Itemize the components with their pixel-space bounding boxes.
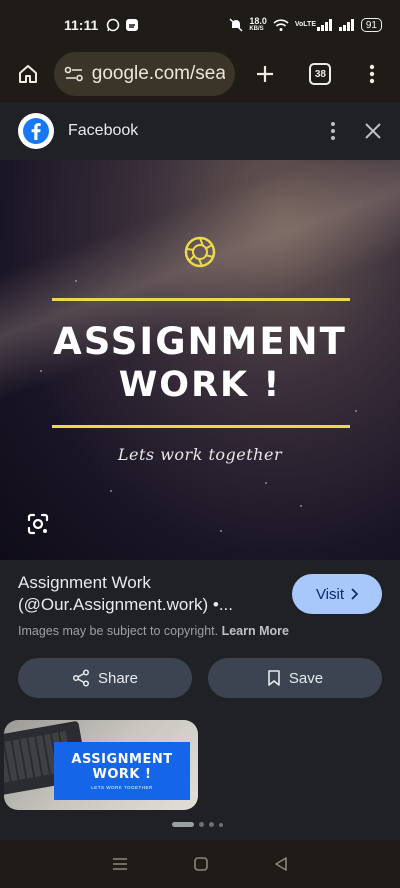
related-image-thumbnail[interactable]: ASSIGNMENT WORK ! LETS WORK TOGETHER — [4, 720, 198, 810]
mute-icon — [229, 18, 243, 32]
battery-indicator: 91 — [360, 18, 382, 32]
close-icon — [365, 123, 381, 139]
browser-toolbar: google.com/searc 38 — [0, 50, 400, 98]
pagination-dots — [172, 822, 223, 827]
hero-title-line1: ASSIGNMENT — [53, 320, 347, 363]
thumb-title-line1: ASSIGNMENT — [71, 752, 173, 767]
overflow-menu-icon — [369, 64, 375, 84]
share-label: Share — [97, 669, 139, 687]
hero-title-line2: WORK ! — [118, 365, 282, 405]
image-result-sheet: Facebook ASSIGNMENT WORK ! Lets work tog… — [0, 102, 400, 840]
hero-subtitle: Lets work together — [117, 445, 283, 464]
facebook-logo — [18, 113, 54, 149]
wifi-icon — [273, 18, 289, 32]
visit-label: Visit — [315, 585, 345, 603]
star-dot — [110, 490, 112, 492]
google-lens-button[interactable] — [24, 510, 52, 538]
star-dot — [355, 410, 357, 412]
action-buttons: Share Save — [18, 658, 382, 698]
source-actions — [330, 121, 382, 141]
lens-icon — [27, 513, 49, 535]
site-settings-icon[interactable] — [64, 65, 84, 83]
home-button[interactable] — [8, 54, 48, 94]
new-tab-button[interactable] — [245, 54, 285, 94]
home-icon — [18, 65, 37, 83]
copyright-notice: Images may be subject to copyright. Lear… — [18, 624, 382, 638]
source-name[interactable]: Facebook — [68, 122, 138, 140]
status-bar: 11:11 18.0 KB/S VoLTE 91 — [0, 0, 400, 50]
close-button[interactable] — [364, 122, 382, 140]
more-options-button[interactable] — [330, 121, 336, 141]
url-text[interactable]: google.com/searc — [92, 63, 225, 85]
volte-label: VoLTE — [294, 21, 317, 28]
share-button[interactable]: Share — [18, 658, 192, 698]
tab-switcher-icon: 38 — [309, 63, 332, 85]
recent-apps-button[interactable] — [112, 857, 128, 871]
visit-button[interactable]: Visit — [292, 574, 382, 614]
chevron-right-icon — [351, 588, 359, 600]
thumb-banner: ASSIGNMENT WORK ! LETS WORK TOGETHER — [54, 742, 190, 800]
source-bar: Facebook — [0, 102, 400, 160]
save-button[interactable]: Save — [208, 658, 382, 698]
system-home-button[interactable] — [193, 856, 209, 872]
save-label: Save — [288, 669, 324, 687]
network-speed-value: 18.0 — [249, 16, 267, 26]
bookmark-icon — [268, 670, 280, 686]
pagination-dot — [199, 822, 204, 827]
result-info: Assignment Work (@Our.Assignment.work) •… — [0, 572, 400, 638]
menu-lines-icon — [113, 858, 128, 870]
whatsapp-icon — [106, 18, 120, 32]
star-dot — [300, 505, 302, 507]
omnibox[interactable]: google.com/searc — [53, 52, 235, 96]
thumb-subtitle: LETS WORK TOGETHER — [91, 785, 153, 790]
bottom-accent-line — [52, 425, 350, 428]
system-navigation-bar — [0, 840, 400, 888]
more-vert-icon — [331, 122, 335, 140]
system-back-button[interactable] — [274, 856, 288, 872]
status-time: 11:11 — [64, 17, 99, 33]
copyright-text: Images may be subject to copyright. — [18, 624, 219, 638]
pagination-dot — [209, 822, 214, 827]
pagination-dot — [219, 822, 223, 827]
square-home-icon — [194, 857, 208, 871]
network-speed-unit: KB/S — [249, 26, 264, 32]
tab-switcher-button[interactable]: 38 — [301, 54, 341, 94]
star-dot — [220, 530, 222, 532]
new-tab-icon — [256, 66, 273, 82]
result-image[interactable]: ASSIGNMENT WORK ! Lets work together — [0, 160, 400, 560]
back-triangle-icon — [274, 857, 287, 871]
status-left-icons — [106, 18, 139, 32]
network-speed: 18.0 KB/S — [249, 17, 267, 33]
thumb-title-line2: WORK ! — [92, 767, 152, 782]
pagination-dot-active — [172, 822, 194, 827]
overflow-menu-button[interactable] — [352, 54, 392, 94]
signal-icon — [316, 19, 333, 31]
learn-more-link[interactable]: Learn More — [222, 624, 289, 638]
top-accent-line — [52, 298, 350, 301]
app-notification-icon — [125, 18, 139, 32]
share-icon — [72, 669, 90, 687]
result-title[interactable]: Assignment Work (@Our.Assignment.work) •… — [18, 572, 278, 616]
star-dot — [75, 280, 77, 282]
signal-icon — [338, 19, 355, 31]
status-right: 18.0 KB/S VoLTE 91 — [229, 17, 382, 33]
star-dot — [265, 482, 267, 484]
aperture-logo-icon — [184, 236, 216, 273]
